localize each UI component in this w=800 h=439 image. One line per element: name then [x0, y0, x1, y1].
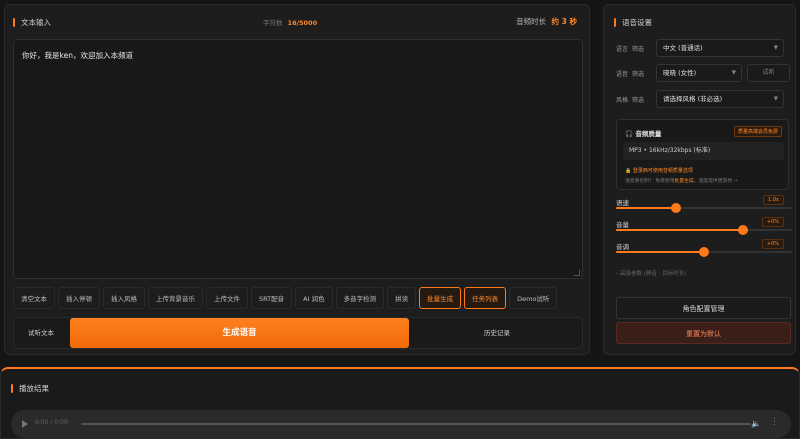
volume-icon[interactable]: 🔈: [751, 419, 761, 428]
audio-quality-title-text: 音频质量: [635, 130, 662, 138]
language-label: 语言 筛选: [616, 44, 656, 53]
style-select-value: 请选择风格 (非必选): [663, 95, 723, 103]
quality-lock-notice: 🔒 登录西可使用音频质量选项: [625, 167, 693, 174]
chevron-down-icon: ▼: [731, 70, 736, 76]
more-options-icon[interactable]: ⋮: [770, 417, 779, 427]
pitch-slider-thumb[interactable]: [699, 247, 709, 257]
upload-bgm-button[interactable]: 上传背景音乐: [148, 287, 203, 309]
text-input-title-label: 文本输入: [21, 18, 51, 27]
action-row: 试听文本 生成语音 历史记录: [13, 317, 583, 349]
demo-listen-button[interactable]: Demo试听: [509, 287, 558, 309]
text-input-panel: 文本输入 字符数 16/5000 音频时长 约 3 秒 你好，我是ken，欢迎加…: [4, 4, 590, 355]
voice-label: 语音 筛选: [616, 69, 656, 78]
speed-slider-group: 语速 1.0x: [616, 195, 792, 213]
char-count-value: 16/5000: [287, 19, 318, 27]
char-count: 字符数 16/5000: [263, 17, 317, 27]
style-filter-label[interactable]: 筛选: [632, 97, 644, 104]
pitch-value: +0%: [761, 239, 784, 249]
task-list-button[interactable]: 任务列表: [464, 287, 507, 309]
speed-slider-thumb[interactable]: [670, 203, 681, 213]
insert-style-button[interactable]: 插入风格: [103, 287, 145, 309]
history-button[interactable]: 历史记录: [412, 318, 582, 348]
voice-select-value: 晓晓 (女性): [663, 69, 697, 77]
pitch-slider-fill: [616, 251, 704, 253]
reset-default-button[interactable]: 重置为默认: [616, 322, 791, 344]
chevron-down-icon: ▼: [773, 96, 778, 102]
result-panel: 播放结果 0:00 / 0:00 🔈 ⋮: [0, 367, 800, 439]
language-select[interactable]: 中文 (普通话) ▼: [656, 39, 784, 57]
text-content: 你好，我是ken，欢迎加入本频道: [22, 51, 133, 60]
title-accent-bar: [614, 18, 616, 27]
language-filter-label[interactable]: 筛选: [632, 46, 644, 53]
premium-badge: 质量高端会员免费: [733, 126, 782, 137]
sample-text-button[interactable]: 试听文本: [14, 318, 68, 348]
text-toolbar: 清空文本 插入停顿 插入风格 上传背景音乐 上传文件 SRT配音 AI 润色 多…: [13, 287, 558, 309]
ai-polish-button[interactable]: AI 润色: [295, 287, 333, 309]
generate-speech-button[interactable]: 生成语音: [70, 318, 409, 348]
quality-hint: 语音质包制？ 免费使用批量生成，速度提供更高档 →: [625, 177, 738, 184]
insert-pause-button[interactable]: 插入停顿: [58, 287, 100, 309]
style-label-text: 风格: [616, 96, 629, 104]
role-config-button[interactable]: 角色配置管理: [616, 297, 791, 319]
spelling-button[interactable]: 拼读: [387, 287, 417, 309]
title-accent-bar: [11, 384, 13, 393]
player-progress-bar[interactable]: [81, 423, 751, 425]
voice-settings-panel: 语音设置 语言 筛选 中文 (普通话) ▼ 语音 筛选 晓晓 (女性) ▼ 试听 风…: [603, 4, 796, 355]
voice-settings-title: 语音设置: [614, 17, 652, 28]
quality-hint-prefix: 语音质包制？ 免费使用: [625, 179, 675, 184]
speed-slider[interactable]: [616, 203, 792, 213]
language-select-value: 中文 (普通话): [663, 44, 703, 52]
audio-player: 0:00 / 0:00 🔈 ⋮: [11, 410, 791, 438]
speed-value: 1.0x: [763, 195, 784, 205]
style-label: 风格 筛选: [616, 95, 656, 104]
result-title-label: 播放结果: [19, 384, 49, 393]
quality-lock-text[interactable]: 登录西可使用音频质量选项: [633, 168, 693, 174]
audio-quality-box: 🎧 音频质量 质量高端会员免费 MP3 • 16kHz/32kbps (标准) …: [616, 119, 789, 190]
voice-select[interactable]: 晓晓 (女性) ▼: [656, 64, 742, 82]
style-select[interactable]: 请选择风格 (非必选) ▼: [656, 90, 784, 108]
voice-row: 语音 筛选 晓晓 (女性) ▼ 试听: [616, 64, 790, 82]
srt-dubbing-button[interactable]: SRT配音: [251, 287, 293, 309]
duration-value: 约 3 秒: [551, 17, 577, 26]
headphones-icon: 🎧: [625, 130, 634, 138]
voice-label-text: 语音: [616, 70, 629, 78]
title-accent-bar: [13, 18, 15, 27]
resize-handle-icon[interactable]: [574, 270, 580, 276]
volume-slider-thumb[interactable]: [737, 225, 748, 235]
listen-button[interactable]: 试听: [747, 64, 790, 82]
batch-generate-button[interactable]: 批量生成: [419, 287, 462, 309]
style-row: 风格 筛选 请选择风格 (非必选) ▼: [616, 90, 784, 108]
audio-quality-select[interactable]: MP3 • 16kHz/32kbps (标准): [623, 142, 784, 160]
advanced-params-toggle[interactable]: › 高级参数 (静音 · 目标时长): [616, 269, 686, 277]
pitch-slider-group: 音调 +0%: [616, 239, 792, 257]
language-label-text: 语言: [616, 45, 629, 53]
language-row: 语言 筛选 中文 (普通话) ▼: [616, 39, 784, 57]
char-count-label: 字符数: [263, 19, 283, 27]
upload-file-button[interactable]: 上传文件: [206, 287, 248, 309]
duration-label: 音频时长: [516, 17, 547, 26]
play-icon[interactable]: [22, 420, 28, 428]
volume-value: +0%: [761, 217, 784, 227]
chevron-down-icon: ▼: [773, 45, 778, 51]
volume-slider-group: 音量 +0%: [616, 217, 792, 235]
text-input-area[interactable]: 你好，我是ken，欢迎加入本频道: [13, 39, 583, 279]
batch-generate-link[interactable]: 批量生成: [675, 179, 694, 184]
audio-quality-title: 🎧 音频质量: [625, 128, 661, 138]
voice-settings-title-label: 语音设置: [622, 18, 652, 27]
lock-icon: 🔒: [625, 168, 632, 174]
result-title: 播放结果: [11, 383, 49, 394]
audio-duration: 音频时长 约 3 秒: [516, 16, 577, 27]
text-input-title: 文本输入: [13, 17, 51, 28]
speed-slider-fill: [616, 207, 676, 209]
voice-filter-label[interactable]: 筛选: [632, 71, 644, 78]
quality-hint-suffix: ，速度提供更高档 →: [693, 179, 738, 184]
player-time: 0:00 / 0:00: [35, 419, 68, 426]
pitch-slider[interactable]: [616, 247, 792, 257]
clear-text-button[interactable]: 清空文本: [13, 287, 55, 309]
polyphone-check-button[interactable]: 多音字检测: [335, 287, 385, 309]
volume-slider-fill: [616, 229, 743, 231]
volume-slider[interactable]: [616, 225, 792, 235]
